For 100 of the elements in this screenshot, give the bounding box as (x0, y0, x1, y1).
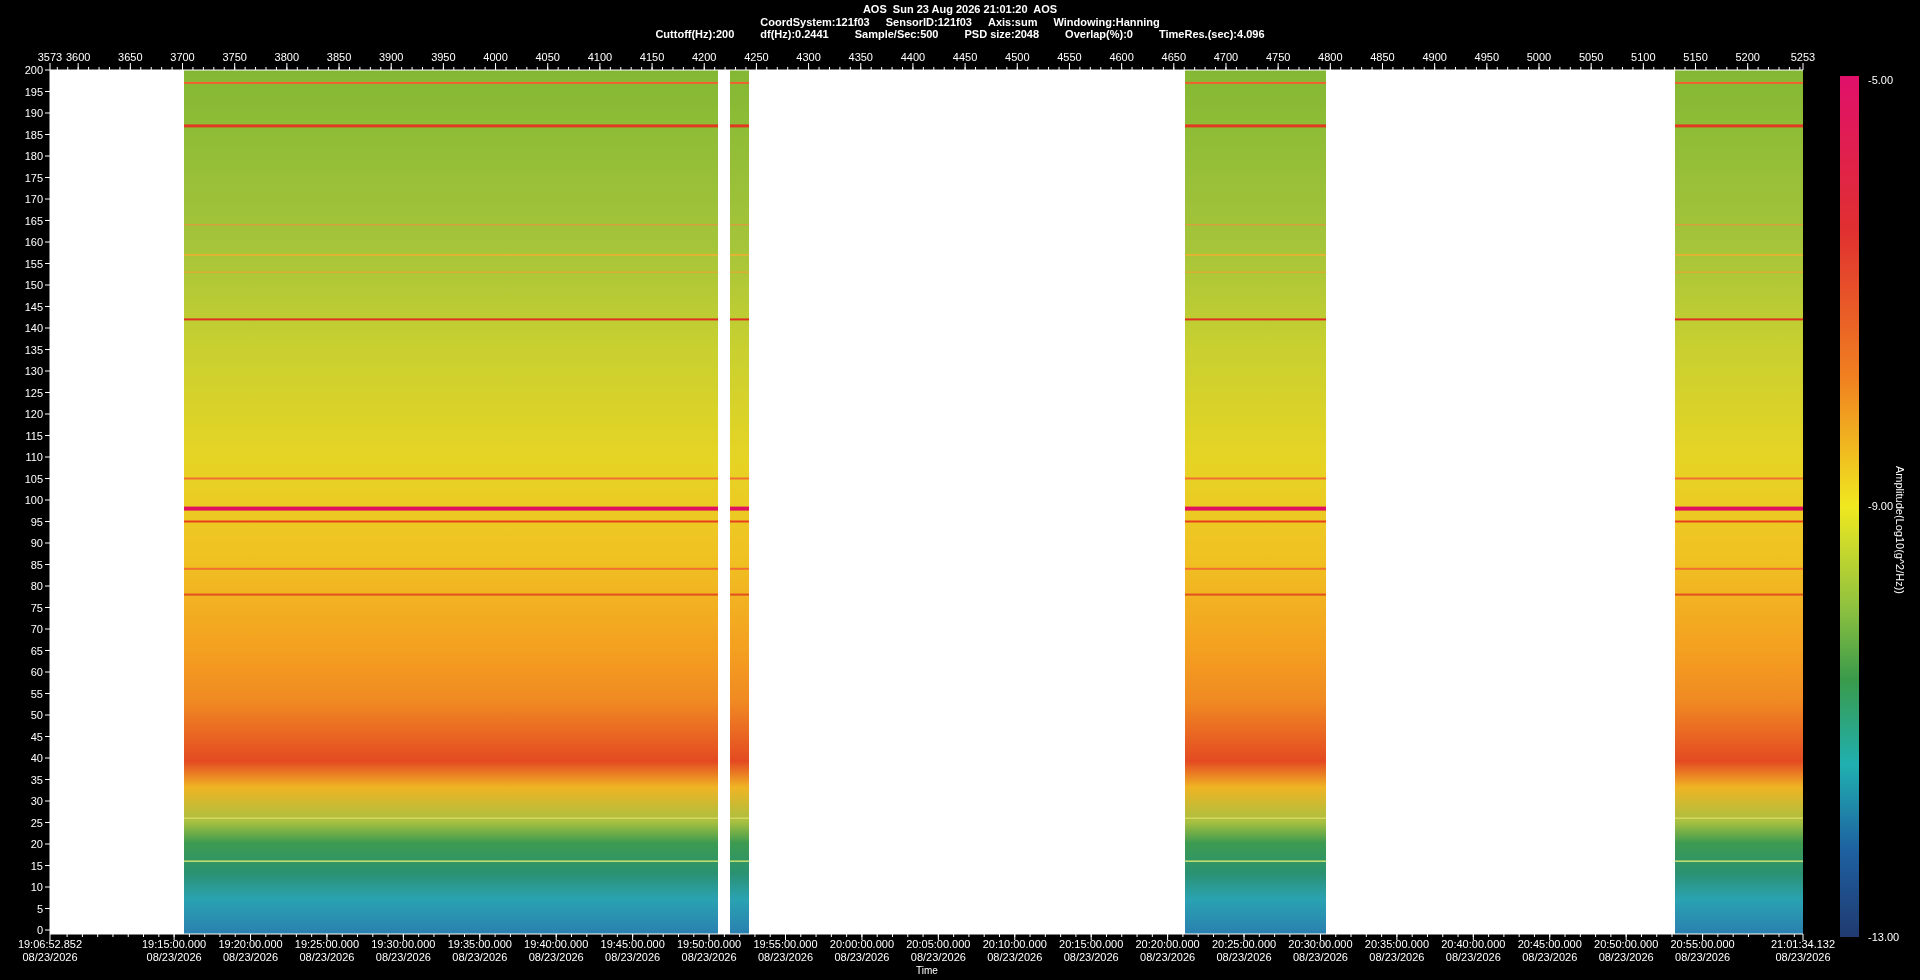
date-tick-label: 08/23/2026 (452, 951, 508, 963)
frequency-tick-label: 3850 (326, 51, 352, 63)
time-tick-label: 20:20:00.000 (1135, 938, 1200, 950)
date-tick-label: 08/23/2026 (987, 951, 1043, 963)
frequency-tick-label: 5150 (1683, 51, 1708, 63)
frequency-tick-label: 3750 (222, 51, 247, 63)
frequency-tick-label: 150 (24, 279, 43, 291)
time-tick-label: 20:45:00.000 (1517, 938, 1582, 950)
frequency-tick-label: 100 (24, 494, 43, 506)
frequency-tick-label: 3573 (37, 51, 63, 63)
date-tick-label: 08/23/2026 (1522, 951, 1578, 963)
time-tick-label: 20:15:00.000 (1059, 938, 1124, 950)
time-tick-label: 20:25:00.000 (1211, 938, 1277, 950)
date-tick-label: 08/23/2026 (1598, 951, 1654, 963)
frequency-tick-label: 4050 (535, 51, 560, 63)
frequency-tick-label: 190 (24, 107, 43, 119)
time-tick-label: 20:50:00.000 (1594, 938, 1659, 950)
frequency-tick-label: 10 (30, 881, 43, 893)
frequency-tick-label: 4200 (692, 51, 717, 63)
frequency-tick-label: 130 (24, 365, 43, 377)
time-tick-label: 20:55:00.000 (1670, 938, 1735, 950)
frequency-tick-label: 4150 (639, 51, 665, 63)
frequency-tick-label: 4500 (1005, 51, 1030, 63)
frequency-tick-label: 5050 (1578, 51, 1604, 63)
frequency-tick-label: 4550 (1057, 51, 1082, 63)
frequency-tick-label: 200 (24, 64, 43, 76)
time-tick-label: 19:06:52.852 (17, 938, 83, 950)
date-tick-label: 08/23/2026 (1216, 951, 1272, 963)
time-tick-label: 20:40:00.000 (1441, 938, 1506, 950)
frequency-tick-label: 5000 (1526, 51, 1552, 63)
setting-text: df(Hz):0.2441 (760, 28, 829, 41)
frequency-tick-label: 4400 (900, 51, 926, 63)
time-tick-label: 19:15:00.000 (142, 938, 207, 950)
setting-text: PSD size:2048 (964, 28, 1040, 41)
frequency-tick-label: 4900 (1422, 51, 1447, 63)
frequency-tick-label: 4350 (848, 51, 873, 63)
frequency-tick-label: 4250 (744, 51, 769, 63)
frequency-tick-label: 105 (24, 472, 43, 485)
time-tick-label: 19:50:00.000 (676, 938, 742, 950)
date-tick-label: 08/23/2026 (681, 951, 737, 963)
time-tick-label: 19:25:00.000 (294, 938, 360, 950)
frequency-tick-label: 140 (24, 322, 43, 334)
date-tick-label: 08/23/2026 (834, 951, 890, 963)
time-tick-label: 20:35:00.000 (1364, 938, 1429, 950)
frequency-tick-label: 4650 (1161, 51, 1187, 63)
frequency-tick-label: 3900 (378, 51, 404, 63)
time-tick-label: 19:45:00.000 (600, 938, 665, 950)
frequency-tick-label: 90 (30, 537, 43, 549)
frequency-tick-label: 120 (24, 408, 43, 420)
date-tick-label: 08/23/2026 (1369, 951, 1425, 963)
date-tick-label: 08/23/2026 (299, 951, 355, 963)
date-tick-label: 08/23/2026 (1292, 951, 1348, 963)
date-tick-label: 08/23/2026 (528, 951, 584, 963)
frequency-tick-label: 4600 (1109, 51, 1134, 63)
frequency-tick-label: 5 (36, 902, 43, 915)
frequency-tick-label: 170 (24, 193, 43, 205)
frequency-tick-label: 4800 (1318, 51, 1343, 63)
frequency-tick-label: 4100 (587, 51, 613, 63)
frequency-tick-label: 70 (30, 623, 43, 635)
frequency-tick-label: 35 (30, 773, 43, 786)
date-tick-label: 08/23/2026 (22, 951, 78, 963)
frequency-tick-label: 3800 (274, 51, 300, 63)
setting-text: SensorID:121f03 (885, 15, 972, 28)
date-tick-label: 08/23/2026 (375, 951, 431, 963)
setting-text: Windowing:Hanning (1053, 15, 1160, 28)
time-tick-label: 19:30:00.000 (371, 938, 436, 950)
frequency-tick-label: 145 (24, 300, 43, 313)
frequency-tick-label: 165 (24, 214, 43, 227)
setting-text: Overlap(%):0 (1065, 28, 1133, 41)
frequency-tick-label: 4850 (1370, 51, 1395, 63)
frequency-tick-label: 80 (30, 580, 43, 592)
frequency-tick-label: 3700 (170, 51, 195, 63)
frequency-tick-label: 15 (30, 859, 43, 872)
frequency-tick-label: 125 (24, 386, 43, 399)
frequency-tick-label: 3950 (431, 51, 456, 63)
chart-title: AOS Sun 23 Aug 2026 21:01:20 AOS (862, 3, 1058, 16)
time-tick-label: 19:40:00.000 (524, 938, 589, 950)
frequency-tick-label: 5253 (1790, 51, 1816, 63)
date-tick-label: 08/23/2026 (910, 951, 966, 963)
frequency-tick-label: 95 (30, 515, 43, 528)
frequency-tick-label: 160 (24, 236, 43, 248)
frequency-tick-label: 115 (25, 429, 43, 442)
frequency-tick-label: 85 (30, 558, 43, 571)
frequency-tick-label: 65 (30, 644, 43, 657)
date-tick-label: 08/23/2026 (1775, 951, 1831, 963)
date-tick-label: 08/23/2026 (146, 951, 202, 963)
frequency-tick-label: 195 (24, 85, 43, 98)
time-tick-label: 20:30:00.000 (1288, 938, 1353, 950)
frequency-tick-label: 40 (30, 752, 43, 764)
date-tick-label: 08/23/2026 (757, 951, 814, 963)
time-tick-label: 19:20:00.000 (218, 938, 283, 950)
frequency-tick-label: 175 (24, 171, 43, 184)
frequency-tick-label: 4700 (1213, 51, 1239, 63)
frequency-tick-label: 0 (36, 924, 43, 936)
setting-text: Sample/Sec:500 (854, 28, 939, 41)
color-scale-label: -5.00 (1868, 74, 1894, 86)
axis-label: Time (916, 965, 938, 976)
setting-text: CoordSystem:121f03 (760, 15, 870, 28)
frequency-tick-label: 155 (24, 257, 43, 270)
date-tick-label: 08/23/2026 (1063, 951, 1119, 963)
